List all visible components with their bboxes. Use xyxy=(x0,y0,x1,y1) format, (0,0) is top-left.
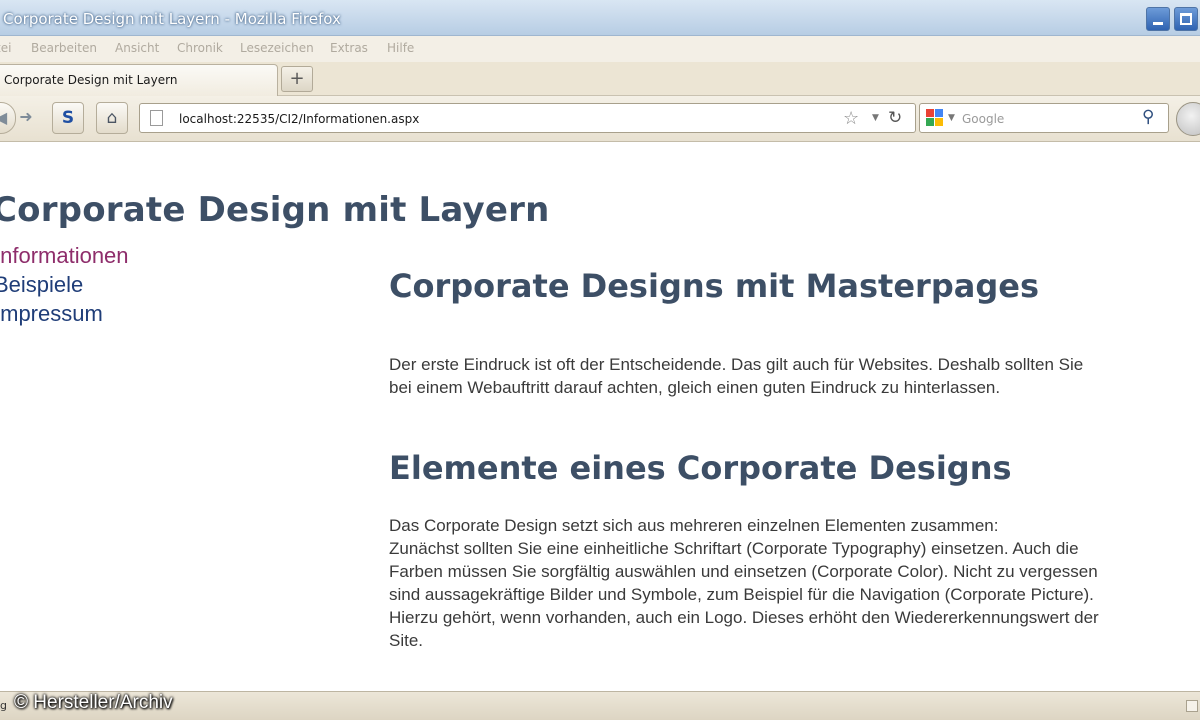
search-engine-dropdown-icon[interactable]: ▼ xyxy=(948,113,955,123)
paragraph-line: bei einem Webauftritt darauf achten, gle… xyxy=(389,378,1001,397)
page-content: Corporate Design mit Layern Informatione… xyxy=(0,143,1200,691)
page-icon xyxy=(150,110,163,126)
nav-link-beispiele[interactable]: Beispiele xyxy=(0,270,129,299)
home-button[interactable]: ⌂ xyxy=(96,102,128,134)
paragraph-line: Zunächst sollten Sie eine einheitliche S… xyxy=(389,539,1079,558)
search-bar[interactable]: ▼ Google ⚲ xyxy=(919,103,1169,133)
sync-button[interactable]: S xyxy=(52,102,84,134)
back-arrow-icon: ◀ xyxy=(0,108,8,127)
forward-button[interactable]: ➜ xyxy=(14,102,38,134)
copyright-watermark: © Hersteller/Archiv xyxy=(14,692,173,713)
site-title: Corporate Design mit Layern xyxy=(0,190,550,230)
url-bar[interactable]: localhost:22535/CI2/Informationen.aspx ☆… xyxy=(139,103,916,133)
paragraph-line: Farben müssen Sie sorgfältig auswählen u… xyxy=(389,562,1098,581)
reload-icon[interactable]: ↻ xyxy=(888,108,902,128)
menu-help[interactable]: Hilfe xyxy=(387,41,414,55)
menu-extras[interactable]: Extras xyxy=(330,41,368,55)
section-heading-masterpages: Corporate Designs mit Masterpages xyxy=(389,267,1039,305)
window-title: Corporate Design mit Layern - Mozilla Fi… xyxy=(3,10,341,28)
nav-link-impressum[interactable]: Impressum xyxy=(0,299,129,328)
nav-link-informationen[interactable]: Informationen xyxy=(0,241,129,270)
paragraph-line: Site. xyxy=(389,631,424,650)
menu-view[interactable]: Ansicht xyxy=(115,41,159,55)
tab-active[interactable]: Corporate Design mit Layern xyxy=(0,64,278,96)
bookmark-star-icon[interactable]: ☆ xyxy=(843,108,859,129)
minimize-icon xyxy=(1153,22,1163,25)
paragraph-line: Das Corporate Design setzt sich aus mehr… xyxy=(389,516,999,535)
section-heading-elements: Elemente eines Corporate Designs xyxy=(389,449,1012,487)
addon-button[interactable] xyxy=(1176,102,1200,136)
status-bar: g © Hersteller/Archiv xyxy=(0,691,1200,720)
site-navigation: Informationen Beispiele Impressum xyxy=(0,241,129,328)
navigation-toolbar: ◀ ➜ S ⌂ localhost:22535/CI2/Informatione… xyxy=(0,96,1200,142)
sync-icon: S xyxy=(61,108,75,128)
forward-arrow-icon: ➜ xyxy=(19,107,33,126)
home-icon: ⌂ xyxy=(106,108,118,128)
paragraph-line: Hierzu gehört, wenn vorhanden, auch ein … xyxy=(389,608,1099,627)
resize-grip[interactable] xyxy=(1186,700,1198,712)
tab-strip: Corporate Design mit Layern + xyxy=(0,62,1200,96)
new-tab-button[interactable]: + xyxy=(281,66,313,92)
tab-label: Corporate Design mit Layern xyxy=(4,73,178,87)
search-input[interactable]: Google xyxy=(962,112,1004,126)
maximize-button[interactable] xyxy=(1174,7,1198,31)
menu-bookmarks[interactable]: Lesezeichen xyxy=(240,41,314,55)
paragraph-line: sind aussagekräftige Bilder und Symbole,… xyxy=(389,585,1094,604)
menu-edit[interactable]: Bearbeiten xyxy=(31,41,97,55)
menu-history[interactable]: Chronik xyxy=(177,41,223,55)
search-icon[interactable]: ⚲ xyxy=(1142,107,1154,127)
chevron-down-icon[interactable]: ▼ xyxy=(872,113,879,123)
menu-bar: tei Bearbeiten Ansicht Chronik Lesezeich… xyxy=(0,36,1200,62)
menu-file[interactable]: tei xyxy=(0,41,11,55)
section-text-masterpages: Der erste Eindruck ist oft der Entscheid… xyxy=(389,353,1189,399)
section-text-elements: Das Corporate Design setzt sich aus mehr… xyxy=(389,514,1189,652)
maximize-icon xyxy=(1180,13,1192,25)
title-bar: Corporate Design mit Layern - Mozilla Fi… xyxy=(0,0,1200,36)
url-text[interactable]: localhost:22535/CI2/Informationen.aspx xyxy=(179,112,419,126)
status-text: g xyxy=(0,699,7,712)
paragraph-line: Der erste Eindruck ist oft der Entscheid… xyxy=(389,355,1084,374)
minimize-button[interactable] xyxy=(1146,7,1170,31)
google-icon[interactable] xyxy=(926,109,944,127)
